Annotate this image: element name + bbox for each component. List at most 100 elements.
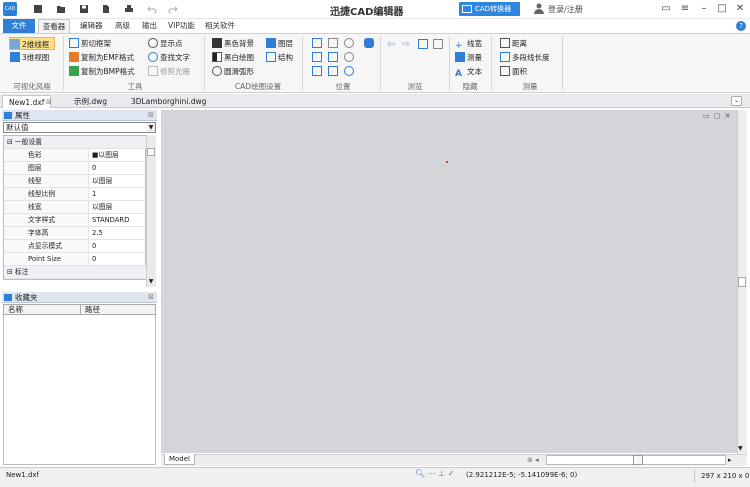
structure-icon bbox=[266, 52, 276, 62]
layers-button[interactable]: 图层 bbox=[266, 37, 293, 50]
vscroll-thumb[interactable] bbox=[738, 277, 746, 287]
area-button[interactable]: 面积 bbox=[500, 65, 527, 78]
copy-emf-button[interactable]: 复制为EMF格式 bbox=[69, 51, 134, 64]
close-tab-icon[interactable]: ⊠ bbox=[46, 98, 52, 106]
minimize-button[interactable]: – bbox=[698, 3, 710, 15]
drawing-canvas[interactable] bbox=[161, 110, 737, 453]
line-width-button[interactable]: + 线宽 bbox=[455, 37, 482, 51]
tab-viewer[interactable]: 查看器 bbox=[38, 19, 70, 33]
distance-button[interactable]: 距离 bbox=[500, 37, 527, 50]
property-value[interactable]: 0 bbox=[92, 162, 96, 174]
tab-editor[interactable]: 编辑器 bbox=[80, 19, 103, 33]
print-icon[interactable] bbox=[124, 4, 134, 14]
zoom-out-icon[interactable] bbox=[344, 52, 354, 62]
doc-tab-new1[interactable]: New1.dxf bbox=[2, 95, 52, 108]
model-tab[interactable]: Model bbox=[164, 454, 195, 465]
property-row[interactable]: 点显示模式 0 bbox=[4, 240, 146, 253]
text-button[interactable]: A 文本 bbox=[455, 65, 482, 79]
tab-advanced[interactable]: 高级 bbox=[115, 19, 130, 33]
tab-nav-icon[interactable]: ⊚ ◂ bbox=[527, 456, 539, 464]
measure-hide-button[interactable]: 测量 bbox=[455, 51, 482, 64]
polyline-length-button[interactable]: 多段线长度 bbox=[500, 51, 550, 64]
black-background-button[interactable]: 黑色背景 bbox=[212, 37, 254, 50]
property-category[interactable]: ⊟ 一般设置 bbox=[4, 136, 146, 149]
login-register-link[interactable]: 登录/注册 bbox=[548, 4, 583, 15]
find-text-button[interactable]: 查找文字 bbox=[148, 51, 190, 64]
zoom-options-icon[interactable] bbox=[344, 66, 354, 76]
feedback-icon[interactable]: ▭ bbox=[660, 3, 672, 15]
property-row[interactable]: 线型 以图层 bbox=[4, 175, 146, 188]
help-icon[interactable]: ? bbox=[736, 21, 746, 31]
scroll-right-icon[interactable]: ▸ bbox=[728, 456, 732, 464]
export-icon[interactable] bbox=[101, 4, 111, 14]
tab-output[interactable]: 输出 bbox=[142, 19, 157, 33]
property-category[interactable]: ⊟ 标注 bbox=[4, 266, 146, 279]
property-row[interactable]: 线型比例 1 bbox=[4, 188, 146, 201]
property-value[interactable]: 1 bbox=[92, 188, 96, 200]
back-arrow-icon[interactable]: ⇦ bbox=[387, 39, 395, 50]
zoom-window-icon[interactable] bbox=[312, 38, 322, 48]
mirror-view-icon[interactable] bbox=[433, 39, 443, 49]
property-value[interactable]: 0 bbox=[92, 240, 96, 252]
redo-icon[interactable] bbox=[168, 4, 178, 14]
property-scrollbar[interactable] bbox=[146, 135, 156, 287]
property-value[interactable]: 以图层 bbox=[92, 201, 112, 213]
zoom-fit-icon[interactable] bbox=[312, 52, 322, 62]
tab-vip[interactable]: VIP功能 bbox=[168, 19, 195, 33]
chevron-down-icon[interactable]: ▼ bbox=[147, 123, 155, 132]
property-value[interactable]: STANDARD bbox=[92, 214, 129, 226]
user-icon[interactable] bbox=[534, 3, 544, 14]
window-controls[interactable]: ▭ ▢ ✕ bbox=[703, 112, 732, 120]
cad-converter-button[interactable]: CAD转换器 bbox=[459, 2, 520, 16]
hscroll-thumb[interactable] bbox=[633, 455, 643, 465]
scroll-down-arrow-icon[interactable]: ▼ bbox=[738, 445, 743, 452]
crop-frame-button[interactable]: 剪切框架 bbox=[69, 37, 111, 50]
col-name[interactable]: 名称 bbox=[8, 305, 23, 315]
black-white-button[interactable]: 黑白绘图 bbox=[212, 51, 254, 64]
tab-list-icon[interactable]: ⌄ bbox=[731, 96, 742, 106]
forward-arrow-icon[interactable]: ⇨ bbox=[402, 39, 410, 50]
property-value[interactable]: ■以图层 bbox=[92, 149, 119, 161]
smooth-arc-button[interactable]: 圆滑弧形 bbox=[212, 65, 254, 78]
view-3d-button[interactable]: 3维视图 bbox=[10, 51, 49, 64]
zoom-in-icon[interactable] bbox=[344, 38, 354, 48]
pan-hand-icon[interactable] bbox=[364, 38, 374, 48]
new-file-icon[interactable] bbox=[33, 4, 43, 14]
tab-related-software[interactable]: 相关软件 bbox=[205, 19, 235, 33]
save-icon[interactable] bbox=[79, 4, 89, 14]
property-value[interactable]: 0 bbox=[92, 253, 96, 265]
rotate-view-icon[interactable] bbox=[418, 39, 428, 49]
structure-button[interactable]: 结构 bbox=[266, 51, 293, 64]
scroll-down-icon[interactable]: ▼ bbox=[147, 278, 155, 286]
show-points-button[interactable]: 显示点 bbox=[148, 37, 183, 50]
property-value[interactable]: 以图层 bbox=[92, 175, 112, 187]
close-favorites-icon[interactable]: ⊠ bbox=[148, 293, 154, 301]
property-selector[interactable]: 默认值 bbox=[3, 122, 156, 133]
menu-icon[interactable]: ≡ bbox=[679, 3, 691, 15]
maximize-button[interactable]: □ bbox=[716, 3, 728, 15]
view-2d-wireframe-button[interactable]: 2维线框 bbox=[9, 37, 55, 50]
undo-icon[interactable] bbox=[147, 4, 157, 14]
zoom-selection-icon[interactable] bbox=[328, 66, 338, 76]
trim-raster-button[interactable]: 修剪光栅 bbox=[148, 65, 190, 78]
doc-tab-lamborghini[interactable]: 3DLamborghini.dwg bbox=[125, 95, 212, 108]
property-row[interactable]: 字体高 2.5 bbox=[4, 227, 146, 240]
open-folder-icon[interactable] bbox=[56, 4, 66, 14]
property-row[interactable]: 文字样式 STANDARD bbox=[4, 214, 146, 227]
status-tool-icons[interactable]: 🔍︎ ⋯ ⊥ ✓ bbox=[415, 469, 454, 478]
tab-file[interactable]: 文件 bbox=[3, 19, 35, 33]
property-row[interactable]: 线宽 以图层 bbox=[4, 201, 146, 214]
copy-bmp-button[interactable]: 复制为BMP格式 bbox=[69, 65, 135, 78]
zoom-previous-icon[interactable] bbox=[312, 66, 322, 76]
zoom-all-icon[interactable] bbox=[328, 52, 338, 62]
property-row[interactable]: 色彩 ■以图层 bbox=[4, 149, 146, 162]
property-value[interactable]: 2.5 bbox=[92, 227, 103, 239]
property-row[interactable]: 图层 0 bbox=[4, 162, 146, 175]
doc-tab-example[interactable]: 示例.dwg bbox=[68, 95, 113, 108]
zoom-extents-icon[interactable] bbox=[328, 38, 338, 48]
close-panel-icon[interactable]: ⊠ bbox=[148, 111, 154, 119]
close-button[interactable]: ✕ bbox=[734, 3, 746, 15]
scroll-thumb[interactable] bbox=[147, 148, 155, 156]
property-row[interactable]: Point Size 0 bbox=[4, 253, 146, 266]
col-path[interactable]: 路径 bbox=[80, 305, 100, 315]
